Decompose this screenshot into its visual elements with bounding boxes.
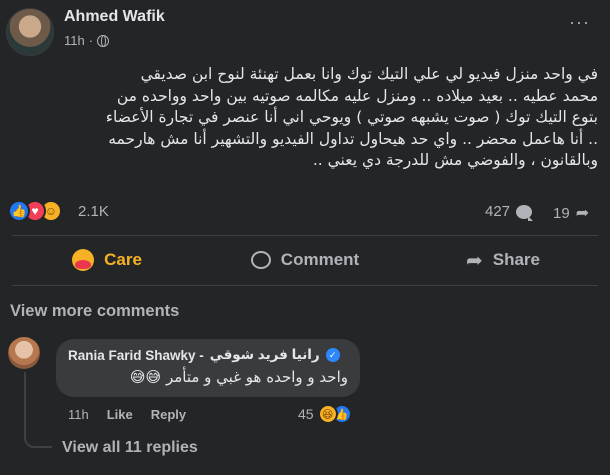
comment-reply-button[interactable]: Reply [151,407,186,422]
post-text-line: .. أنا هاعمل محضر .. واي حد هيحاول تداول… [108,129,598,148]
reaction-icons[interactable]: 👍 ♥ ☺ [8,200,62,222]
dot-separator: · [88,33,94,48]
comment-button-label: Comment [280,250,360,269]
post-text-line: محمد عطيه .. بعيد ميلاده .. ومنزل عليه م… [116,86,598,105]
post-actions: Care Comment ➦ Share [8,240,602,280]
comment-bubble-icon [516,204,534,221]
author-avatar[interactable] [6,8,54,56]
care-button-label: Care [104,250,142,269]
share-button[interactable]: ➦ Share [404,240,602,280]
commenter-name-ar: رانيا فريد شوقي [209,347,320,362]
divider [12,235,598,236]
post-text: في واحد منزل فيديو لي علي التيك توك وانا… [10,64,598,172]
comment-meta: 11h Like Reply [68,407,186,422]
share-count-value: 19 [553,204,570,222]
comment-count-value: 427 [485,203,511,220]
post-text-line: وبالقانون ، والفوضي مش للدرجة دي يعني .. [312,151,598,169]
post-time[interactable]: 11h [64,33,85,48]
commenter-name[interactable]: Rania Farid Shawky - رانيا فريد شوقي ✓ [68,347,348,363]
verified-badge-icon: ✓ [325,348,340,362]
comment-text: واحد و واحده هو غبي و متأمر 😅😅 [129,368,348,386]
view-more-comments-link[interactable]: View more comments [10,302,179,321]
commenter-name-en: Rania Farid Shawky - [68,347,204,363]
haha-reaction-icon: 😆 [317,404,338,424]
comment-like-button[interactable]: Like [107,407,133,422]
commenter-avatar[interactable] [8,337,40,369]
reply-thread-line [24,372,52,448]
globe-icon [97,34,110,47]
care-hug-icon [72,249,95,271]
share-icon: ➦ [575,205,590,222]
like-reaction-icon: 👍 [8,200,30,222]
divider [12,285,598,286]
comment-reactions[interactable]: 45 😆 👍 [298,404,352,424]
comment-icon [250,251,271,269]
comment-button[interactable]: Comment [206,240,404,280]
share-button-label: Share [492,250,540,269]
view-all-replies-link[interactable]: View all 11 replies [62,439,198,457]
comment-bubble: Rania Farid Shawky - رانيا فريد شوقي ✓ و… [56,339,360,397]
post-author-name[interactable]: Ahmed Wafik [64,8,165,26]
comment-reaction-count: 45 [298,406,314,422]
share-arrow-icon: ➦ [465,249,483,272]
reaction-count[interactable]: 2.1K [78,203,109,220]
comment-time[interactable]: 11h [68,407,89,422]
post-text-line: بتوع التيك توك ( صوت يشبهه صوتي ) ويوحي … [105,108,598,126]
post-text-line: في واحد منزل فيديو لي علي التيك توك وانا… [140,65,598,83]
comment-count[interactable]: 427 [485,203,534,221]
care-button[interactable]: Care [8,240,206,280]
more-options-icon[interactable]: ··· [569,12,590,33]
share-count[interactable]: 19 ➦ [553,203,589,223]
post-meta: 11h · [64,33,110,48]
